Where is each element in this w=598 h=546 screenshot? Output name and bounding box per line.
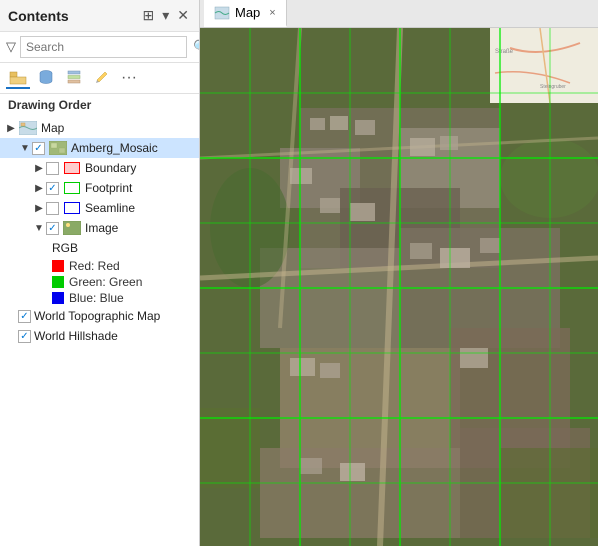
rgb-blue-dot xyxy=(52,292,64,304)
checkbox-world-hillshade[interactable] xyxy=(18,330,31,343)
checkbox-boundary[interactable] xyxy=(46,162,59,175)
rgb-blue-label: Blue: Blue xyxy=(69,291,124,305)
rgb-red-dot xyxy=(52,260,64,272)
image-layer-icon xyxy=(62,221,82,235)
layer-item-world-topo[interactable]: World Topographic Map xyxy=(0,306,199,326)
layer-label-footprint: Footprint xyxy=(85,181,132,195)
map-tab-icon xyxy=(214,5,230,21)
footprint-swatch xyxy=(62,181,82,195)
database-toolbar-btn[interactable] xyxy=(34,67,58,89)
sidebar-header: Contents ⊞ ▾ ✕ xyxy=(0,0,199,32)
expand-footprint-icon[interactable]: ▶ xyxy=(32,181,46,195)
layer-label-seamline: Seamline xyxy=(85,201,135,215)
expand-map-icon[interactable]: ▶ xyxy=(4,121,18,135)
expand-seamline-icon[interactable]: ▶ xyxy=(32,201,46,215)
auto-hide-icon[interactable]: ▾ xyxy=(160,6,171,25)
layer-item-seamline[interactable]: ▶ Seamline xyxy=(0,198,199,218)
layer-label-boundary: Boundary xyxy=(85,161,136,175)
map-tab[interactable]: Map × xyxy=(204,0,287,27)
more-options-icon[interactable]: ··· xyxy=(118,69,140,87)
rgb-red-label: Red: Red xyxy=(69,259,120,273)
map-tab-close[interactable]: × xyxy=(269,7,275,19)
pin-icon[interactable]: ⊞ xyxy=(141,6,157,25)
layer-label-map: Map xyxy=(41,121,64,135)
expand-image-icon[interactable]: ▼ xyxy=(32,221,46,235)
map-canvas[interactable]: Straße Steingruber xyxy=(200,28,598,546)
layer-item-amberg[interactable]: ▼ Amberg_Mosaic xyxy=(0,138,199,158)
drawing-order-label: Drawing Order xyxy=(0,94,199,114)
svg-text:Steingruber: Steingruber xyxy=(540,84,566,90)
layer-tree: ▶ Map ▼ Amberg_Mosaic ▶ xyxy=(0,114,199,546)
layer-item-boundary[interactable]: ▶ Boundary xyxy=(0,158,199,178)
layer-item-footprint[interactable]: ▶ Footprint xyxy=(0,178,199,198)
search-bar: ▽ 🔍 ▾ xyxy=(0,32,199,63)
layer-item-map[interactable]: ▶ Map xyxy=(0,118,199,138)
amberg-layer-icon xyxy=(48,141,68,155)
svg-text:Straße: Straße xyxy=(495,49,514,55)
rgb-green-row: Green: Green xyxy=(0,274,199,290)
checkbox-image[interactable] xyxy=(46,222,59,235)
expand-amberg-icon[interactable]: ▼ xyxy=(18,141,32,155)
layer-item-world-hillshade[interactable]: World Hillshade xyxy=(0,326,199,346)
map-tab-label: Map xyxy=(235,5,260,20)
map-tab-bar: Map × xyxy=(200,0,598,28)
rgb-red-row: Red: Red xyxy=(0,258,199,274)
layer-label-world-hillshade: World Hillshade xyxy=(34,329,118,343)
map-panel: Map × xyxy=(200,0,598,546)
rgb-blue-row: Blue: Blue xyxy=(0,290,199,306)
layer-label-image: Image xyxy=(85,221,118,235)
checkbox-seamline[interactable] xyxy=(46,202,59,215)
rgb-green-dot xyxy=(52,276,64,288)
sidebar-title: Contents xyxy=(8,8,69,24)
filter-icon: ▽ xyxy=(6,39,16,55)
folder-toolbar-btn[interactable] xyxy=(6,67,30,89)
checkbox-amberg[interactable] xyxy=(32,142,45,155)
search-button[interactable]: 🔍 xyxy=(191,39,200,55)
expand-boundary-icon[interactable]: ▶ xyxy=(32,161,46,175)
toolbar-row: ··· xyxy=(0,63,199,94)
rgb-label: RGB xyxy=(52,241,78,255)
layer-toolbar-btn[interactable] xyxy=(62,67,86,89)
rgb-green-label: Green: Green xyxy=(69,275,142,289)
layer-label-amberg: Amberg_Mosaic xyxy=(71,141,158,155)
rgb-section: RGB xyxy=(0,238,199,258)
close-icon[interactable]: ✕ xyxy=(175,6,191,25)
checkbox-world-topo[interactable] xyxy=(18,310,31,323)
map-layer-icon xyxy=(18,121,38,135)
contents-panel: Contents ⊞ ▾ ✕ ▽ 🔍 ▾ xyxy=(0,0,200,546)
map-imagery: Straße Steingruber xyxy=(200,28,598,546)
layer-label-world-topo: World Topographic Map xyxy=(34,309,160,323)
pencil-toolbar-btn[interactable] xyxy=(90,67,114,89)
layer-item-image[interactable]: ▼ Image xyxy=(0,218,199,238)
search-input[interactable] xyxy=(20,36,187,58)
checkbox-footprint[interactable] xyxy=(46,182,59,195)
boundary-swatch xyxy=(62,161,82,175)
seamline-swatch xyxy=(62,201,82,215)
sidebar-header-icons: ⊞ ▾ ✕ xyxy=(141,6,192,25)
